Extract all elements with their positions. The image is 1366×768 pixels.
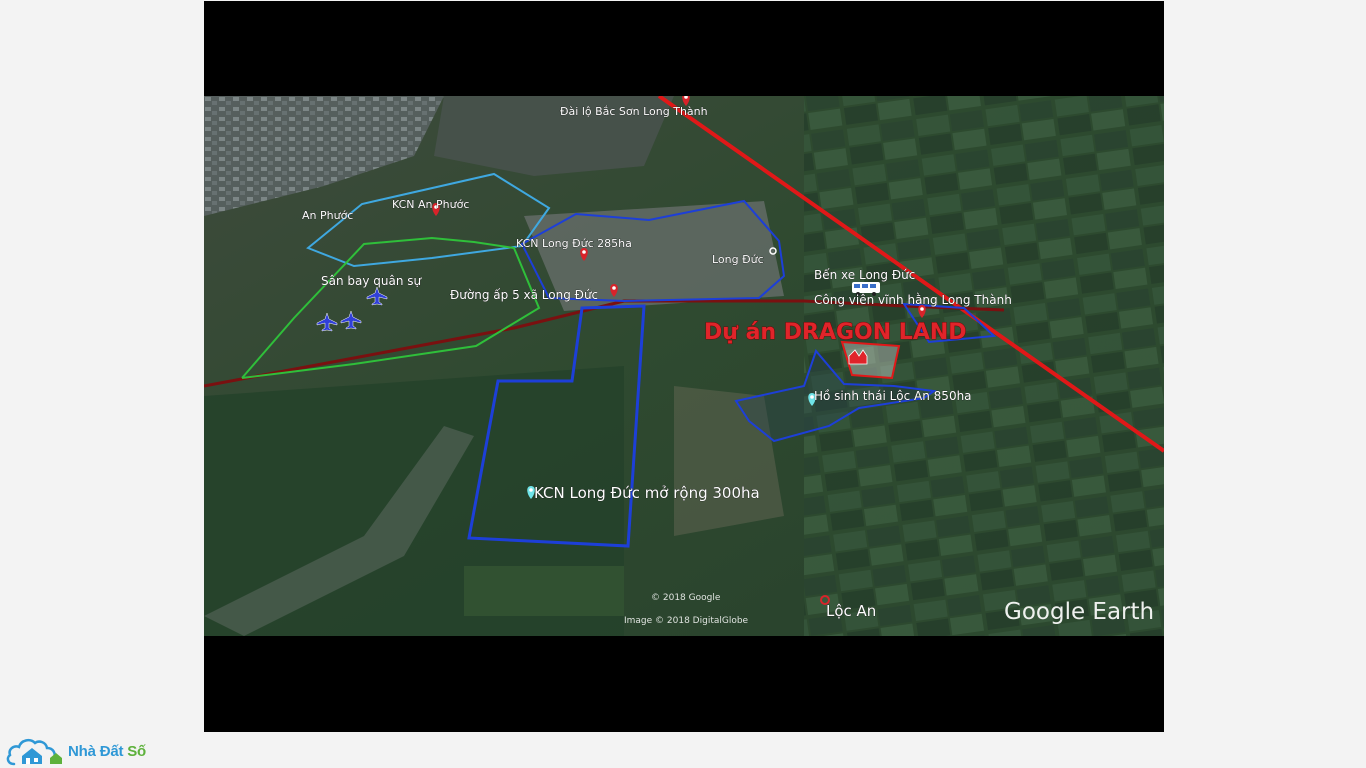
label-cong-vien: Công viên vĩnh hằng Long Thành: [814, 293, 1012, 307]
label-kcn-long-duc-285: KCN Long Đức 285ha: [516, 237, 632, 250]
label-kcn-mo-rong: KCN Long Đức mở rộng 300ha: [534, 484, 760, 502]
light-field-south: [464, 566, 624, 616]
brand-logo[interactable]: Nhà Đất Số: [6, 734, 146, 768]
google-earth-logo: Google Earth: [1004, 599, 1154, 625]
label-san-bay: Sân bay quân sự: [321, 274, 423, 288]
label-dragon-land: Dự án DRAGON LAND: [704, 320, 967, 345]
label-ho-sinh-thai: Hồ sinh thái Lộc An 850ha: [814, 389, 972, 403]
label-long-duc: Long Đức: [712, 253, 764, 266]
google-copyright: © 2018 Google: [651, 593, 721, 603]
brand-name-part1: Nhà Đất: [68, 742, 124, 760]
screen: Đài lộ Bắc Sơn Long Thành An Phước KCN A…: [0, 0, 1366, 768]
label-an-phuoc: An Phước: [302, 209, 353, 222]
label-duong-ap5: Đường ấp 5 xã Long Đức: [450, 288, 598, 302]
imagery-credit: Image © 2018 DigitalGlobe: [624, 616, 749, 626]
label-ben-xe: Bến xe Long Đức: [814, 268, 915, 282]
house-cloud-icon: [6, 738, 62, 766]
brand-name-part2: Số: [127, 742, 147, 760]
video-frame[interactable]: Đài lộ Bắc Sơn Long Thành An Phước KCN A…: [204, 1, 1164, 732]
satellite-map[interactable]: Đài lộ Bắc Sơn Long Thành An Phước KCN A…: [204, 96, 1164, 636]
label-top: Đài lộ Bắc Sơn Long Thành: [560, 105, 708, 118]
label-loc-an: Lộc An: [826, 602, 876, 620]
label-kcn-an-phuoc: KCN An Phước: [392, 198, 469, 211]
brand-name: Nhà Đất Số: [68, 743, 146, 760]
